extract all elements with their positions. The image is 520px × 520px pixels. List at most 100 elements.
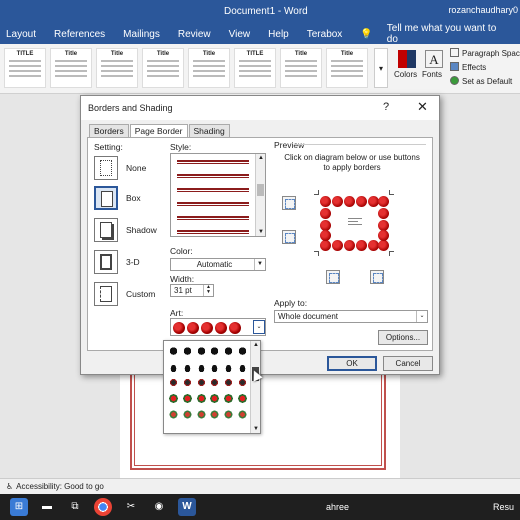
style-option[interactable] <box>177 188 249 192</box>
style-set-6[interactable]: Title <box>280 48 322 88</box>
style-set-4[interactable]: Title <box>188 48 230 88</box>
title-bar: Document1 - Word rozanchaudhary0 <box>0 0 520 24</box>
file-explorer-icon[interactable]: ▬ <box>38 498 56 516</box>
art-label: Art: <box>170 308 184 318</box>
setting-none[interactable]: None <box>94 156 164 182</box>
tab-review[interactable]: Review <box>178 29 211 40</box>
help-icon[interactable]: ? <box>383 101 389 113</box>
window-title: Document1 - Word <box>224 6 308 17</box>
tab-borders[interactable]: Borders <box>89 124 129 138</box>
checkmark-icon <box>450 76 459 85</box>
style-set-5[interactable]: TITLE <box>234 48 276 88</box>
style-set-2[interactable]: Title <box>96 48 138 88</box>
width-stepper[interactable]: 31 pt ▲ ▼ <box>170 284 214 297</box>
tab-terabox[interactable]: Terabox <box>307 29 343 40</box>
setting-box-icon <box>94 186 118 210</box>
cancel-button[interactable]: Cancel <box>383 356 433 371</box>
tab-references[interactable]: References <box>54 29 105 40</box>
color-palette-icon <box>398 50 416 68</box>
art-select[interactable]: ⌄ <box>170 318 266 336</box>
art-dropdown-button[interactable]: ⌄ <box>253 320 265 334</box>
right-border-button[interactable] <box>370 270 384 284</box>
style-set-3[interactable]: Title <box>142 48 184 88</box>
fonts-button[interactable]: A Fonts <box>422 48 446 88</box>
tell-me-search[interactable]: Tell me what you want to do <box>387 23 508 45</box>
style-set-1[interactable]: Title <box>50 48 92 88</box>
width-label: Width: <box>170 274 195 284</box>
tab-mailings[interactable]: Mailings <box>123 29 160 40</box>
rose-icon <box>378 240 389 251</box>
apply-to-label: Apply to: <box>274 298 308 308</box>
rose-icon <box>320 196 331 207</box>
setting-box[interactable]: Box <box>94 186 164 212</box>
start-icon[interactable]: ⊞ <box>10 498 28 516</box>
style-set-0[interactable]: TITLE <box>4 48 46 88</box>
dialog-tabs: Borders Page Border Shading <box>89 124 231 139</box>
dialog-title-bar: Borders and Shading ? ✕ <box>81 96 439 120</box>
rose-icon <box>332 240 343 251</box>
art-option-flowers[interactable] <box>168 393 248 406</box>
task-view-icon[interactable]: ⧉ <box>66 498 84 516</box>
rose-icon <box>320 240 331 251</box>
tab-layout[interactable]: Layout <box>6 29 36 40</box>
set-as-default-button[interactable]: Set as Default <box>450 76 520 90</box>
color-select[interactable]: Automatic ▼ <box>170 258 266 271</box>
scroll-down-icon[interactable]: ▼ <box>256 229 265 235</box>
setting-custom[interactable]: Custom <box>94 282 164 308</box>
art-option-mixed[interactable] <box>168 409 248 422</box>
account-name[interactable]: rozanchaudhary0 <box>448 5 518 15</box>
art-list-scrollbar[interactable]: ▲ ▼ <box>250 341 260 433</box>
style-list-scrollbar[interactable]: ▲ ▼ <box>255 154 265 236</box>
scroll-up-icon[interactable]: ▲ <box>251 342 260 348</box>
preview-label: Preview <box>274 140 305 150</box>
setting-3d[interactable]: 3-D <box>94 250 164 276</box>
word-icon[interactable]: W <box>178 498 196 516</box>
rose-icon <box>378 230 389 241</box>
chevron-down-icon: ▼ <box>254 259 265 270</box>
setting-shadow[interactable]: Shadow <box>94 218 164 244</box>
accessibility-status[interactable]: Accessibility: Good to go <box>16 482 104 491</box>
spacing-icon <box>450 48 459 57</box>
tray-text[interactable]: Resu <box>493 502 514 512</box>
art-dropdown-list[interactable]: ▲ ▼ <box>163 340 261 434</box>
art-option-hats[interactable] <box>168 361 248 374</box>
scroll-down-icon[interactable]: ▼ <box>251 426 260 432</box>
paragraph-spacing-button[interactable]: Paragraph Spacing <box>450 48 520 62</box>
border-style-list[interactable]: ▲ ▼ <box>170 153 266 237</box>
scroll-up-icon[interactable]: ▲ <box>256 155 265 161</box>
taskbar: ⊞ ▬ ⧉ ✂ ◉ W ahree Resu <box>0 494 520 520</box>
media-icon[interactable]: ◉ <box>150 498 168 516</box>
rose-icon <box>378 196 389 207</box>
style-gallery-more-icon[interactable]: ▾ <box>374 48 388 88</box>
style-set-7[interactable]: Title <box>326 48 368 88</box>
scroll-thumb[interactable] <box>257 184 264 196</box>
close-icon[interactable]: ✕ <box>417 99 428 115</box>
capcut-icon[interactable]: ✂ <box>122 498 140 516</box>
colors-button[interactable]: Colors <box>394 48 420 88</box>
chrome-icon[interactable] <box>94 498 112 516</box>
apply-to-select[interactable]: Whole document ⌄ <box>274 310 428 323</box>
effects-button[interactable]: Effects <box>450 62 520 76</box>
options-button[interactable]: Options... <box>378 330 428 345</box>
art-option-cats[interactable] <box>168 345 248 358</box>
taskbar-app-text[interactable]: ahree <box>326 502 349 512</box>
style-option[interactable] <box>177 160 249 164</box>
style-option[interactable] <box>177 216 249 220</box>
style-option[interactable] <box>177 230 249 234</box>
top-border-button[interactable] <box>282 196 296 210</box>
tab-view[interactable]: View <box>229 29 251 40</box>
tab-shading[interactable]: Shading <box>188 124 230 138</box>
rose-icon <box>215 322 227 334</box>
ok-button[interactable]: OK <box>327 356 377 371</box>
left-border-button[interactable] <box>326 270 340 284</box>
bottom-border-button[interactable] <box>282 230 296 244</box>
ribbon-tabs: Layout References Mailings Review View H… <box>0 23 520 45</box>
style-option[interactable] <box>177 174 249 178</box>
stepper-arrows-icon[interactable]: ▲ ▼ <box>203 285 213 296</box>
page-border-panel: Setting: None Box Shadow 3-D Custom Styl… <box>87 137 433 351</box>
tab-help[interactable]: Help <box>268 29 289 40</box>
setting-3d-icon <box>94 250 118 274</box>
rose-icon <box>356 240 367 251</box>
style-option[interactable] <box>177 202 249 206</box>
art-option-birds[interactable] <box>168 377 248 390</box>
